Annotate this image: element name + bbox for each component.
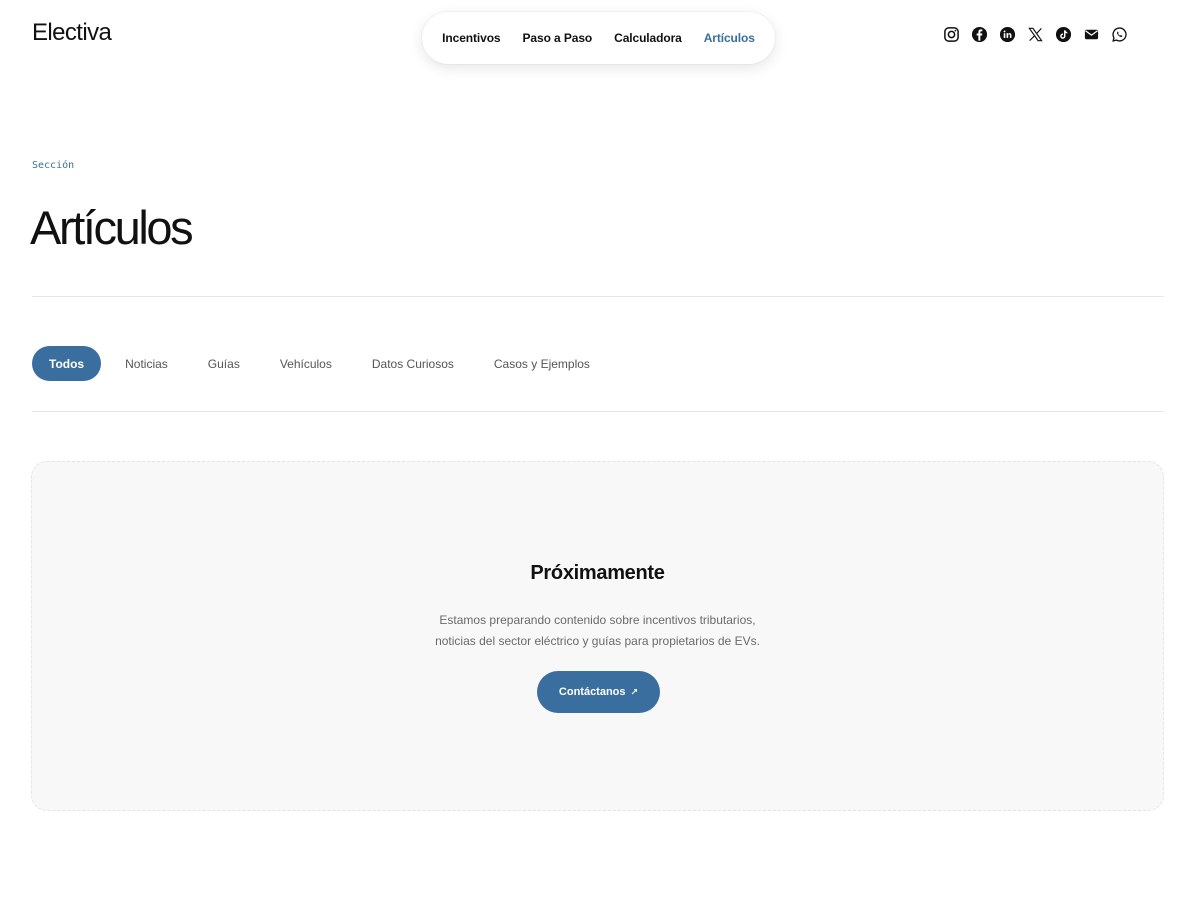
x-icon[interactable] [1026,25,1044,43]
contact-button-label: Contáctanos [558,686,626,698]
nav-incentivos[interactable]: Incentivos [442,31,500,45]
instagram-icon[interactable] [942,25,960,43]
empty-state-line-2: noticias del sector eléctrico y guías pa… [435,634,760,648]
tab-guias[interactable]: Guías [188,346,260,381]
divider-top [32,296,1164,297]
empty-state-description: Estamos preparando contenido sobre incen… [32,610,1163,652]
contact-button[interactable]: Contáctanos ↗ [537,671,660,713]
email-icon[interactable] [1082,25,1100,43]
facebook-icon[interactable] [970,25,988,43]
whatsapp-icon[interactable] [1110,25,1128,43]
tiktok-icon[interactable] [1054,25,1072,43]
empty-state-card: Próximamente Estamos preparando contenid… [31,461,1164,811]
empty-state-line-1: Estamos preparando contenido sobre incen… [439,613,756,627]
tab-datos-curiosos[interactable]: Datos Curiosos [352,346,474,381]
tab-todos[interactable]: Todos [32,346,102,381]
tab-casos-y-ejemplos[interactable]: Casos y Ejemplos [474,346,610,381]
linkedin-icon[interactable] [998,25,1016,43]
category-tabs: Todos Noticias Guías Vehículos Datos Cur… [32,346,610,381]
site-header: Electiva Incentivos Paso a Paso Calculad… [0,0,1200,80]
nav-paso-a-paso[interactable]: Paso a Paso [523,31,593,45]
nav-articulos[interactable]: Artículos [704,31,755,45]
arrow-up-right-icon: ↗ [630,686,639,697]
page-title: Artículos [30,201,194,254]
main-nav: Incentivos Paso a Paso Calculadora Artíc… [422,12,775,64]
empty-state-title: Próximamente [530,562,665,584]
nav-calculadora[interactable]: Calculadora [614,31,682,45]
section-eyebrow: Sección [32,160,75,171]
logo[interactable]: Electiva [32,19,112,47]
tab-vehiculos[interactable]: Vehículos [260,346,352,381]
social-links [942,25,1128,43]
tab-noticias[interactable]: Noticias [105,346,188,381]
divider-bottom [32,411,1164,412]
